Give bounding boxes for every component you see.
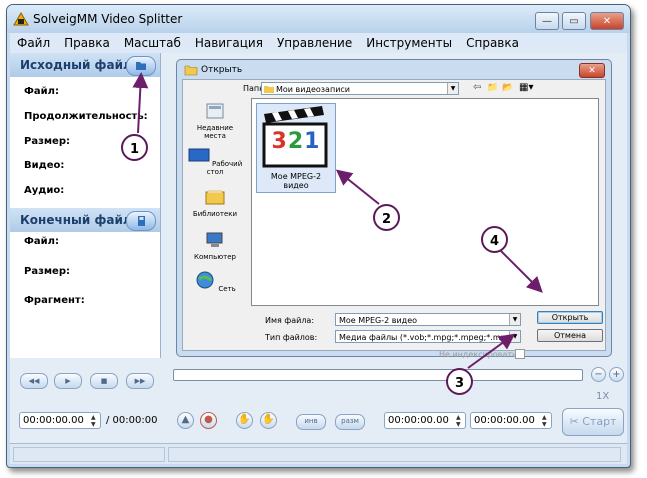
annotation-4: 4 bbox=[481, 226, 508, 253]
annotation-arrows bbox=[132, 72, 543, 369]
annotation-1: 1 bbox=[121, 134, 148, 161]
arrow-4 bbox=[499, 249, 543, 293]
annotation-3: 3 bbox=[446, 368, 473, 395]
annotation-2: 2 bbox=[373, 204, 400, 231]
arrow-2 bbox=[335, 169, 380, 205]
arrow-3 bbox=[467, 333, 516, 369]
arrow-1 bbox=[132, 72, 149, 134]
